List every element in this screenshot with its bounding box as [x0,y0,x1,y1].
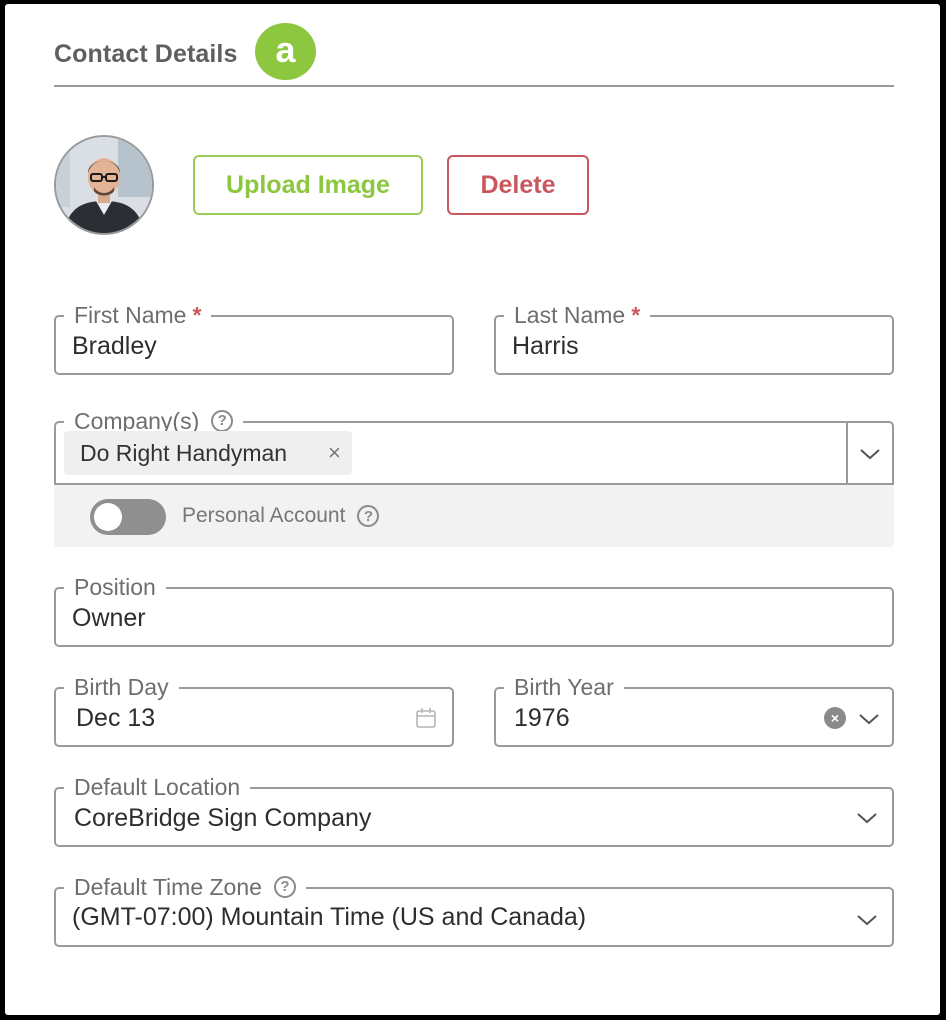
last-name-label-text: Last Name [514,302,626,328]
upload-image-button[interactable]: Upload Image [193,155,423,215]
chevron-down-icon[interactable] [856,811,878,825]
personal-account-label-text: Personal Account [182,504,346,527]
personal-account-row: Personal Account ? [54,485,894,547]
default-location-label-text: Default Location [74,774,241,800]
default-time-zone-value: (GMT-07:00) Mountain Time (US and Canada… [72,903,587,931]
default-time-zone-label-text: Default Time Zone [74,874,262,900]
dropdown-divider [846,423,848,485]
contact-details-form: Contact Details a Upload Image Delete Fi… [0,0,946,1020]
birth-day-label-text: Birth Day [74,674,169,700]
birth-day-label: Birth Day [64,673,179,701]
default-time-zone-field[interactable]: Default Time Zone ? (GMT-07:00) Mountain… [54,873,894,947]
company-chip: Do Right Handyman × [64,431,352,475]
birth-year-label: Birth Year [504,673,624,701]
first-name-field[interactable]: First Name * Bradley [54,301,454,375]
company-chip-label: Do Right Handyman [80,439,288,466]
birth-year-field[interactable]: Birth Year 1976 × [494,673,894,747]
default-time-zone-label: Default Time Zone ? [64,873,306,901]
section-divider [54,85,894,87]
position-label: Position [64,573,166,601]
last-name-field[interactable]: Last Name * Harris [494,301,894,375]
required-marker: * [192,302,202,328]
personal-account-label: Personal Account ? [182,504,380,528]
section-title: Contact Details [54,40,238,68]
position-value: Owner [72,604,146,632]
default-location-label: Default Location [64,773,251,801]
avatar-photo [56,137,152,233]
help-icon[interactable]: ? [211,410,234,432]
position-field[interactable]: Position Owner [54,573,894,647]
step-badge: a [255,23,316,80]
birth-day-value: Dec 13 [76,704,156,732]
help-icon[interactable]: ? [273,876,296,898]
default-location-value: CoreBridge Sign Company [74,804,372,832]
birth-year-value: 1976 [514,704,570,732]
chevron-down-icon[interactable] [856,913,878,927]
last-name-value: Harris [512,332,579,360]
help-icon[interactable]: ? [357,505,380,527]
birth-year-label-text: Birth Year [514,674,614,700]
first-name-label-text: First Name [74,302,187,328]
position-label-text: Position [74,574,156,600]
clear-icon[interactable]: × [824,707,846,729]
last-name-label: Last Name * [504,301,651,329]
delete-image-button[interactable]: Delete [447,155,589,215]
companies-field[interactable]: Company(s) ? Do Right Handyman × [54,407,894,485]
toggle-knob [94,503,122,531]
chevron-down-icon[interactable] [858,712,880,726]
chevron-down-icon[interactable] [859,447,881,461]
calendar-icon[interactable] [414,706,438,730]
birth-day-field[interactable]: Birth Day Dec 13 [54,673,454,747]
avatar [54,135,154,235]
first-name-label: First Name * [64,301,212,329]
remove-chip-icon[interactable]: × [328,440,341,466]
first-name-value: Bradley [72,332,157,360]
default-location-field[interactable]: Default Location CoreBridge Sign Company [54,773,894,847]
personal-account-toggle[interactable] [90,499,166,535]
required-marker: * [631,302,641,328]
